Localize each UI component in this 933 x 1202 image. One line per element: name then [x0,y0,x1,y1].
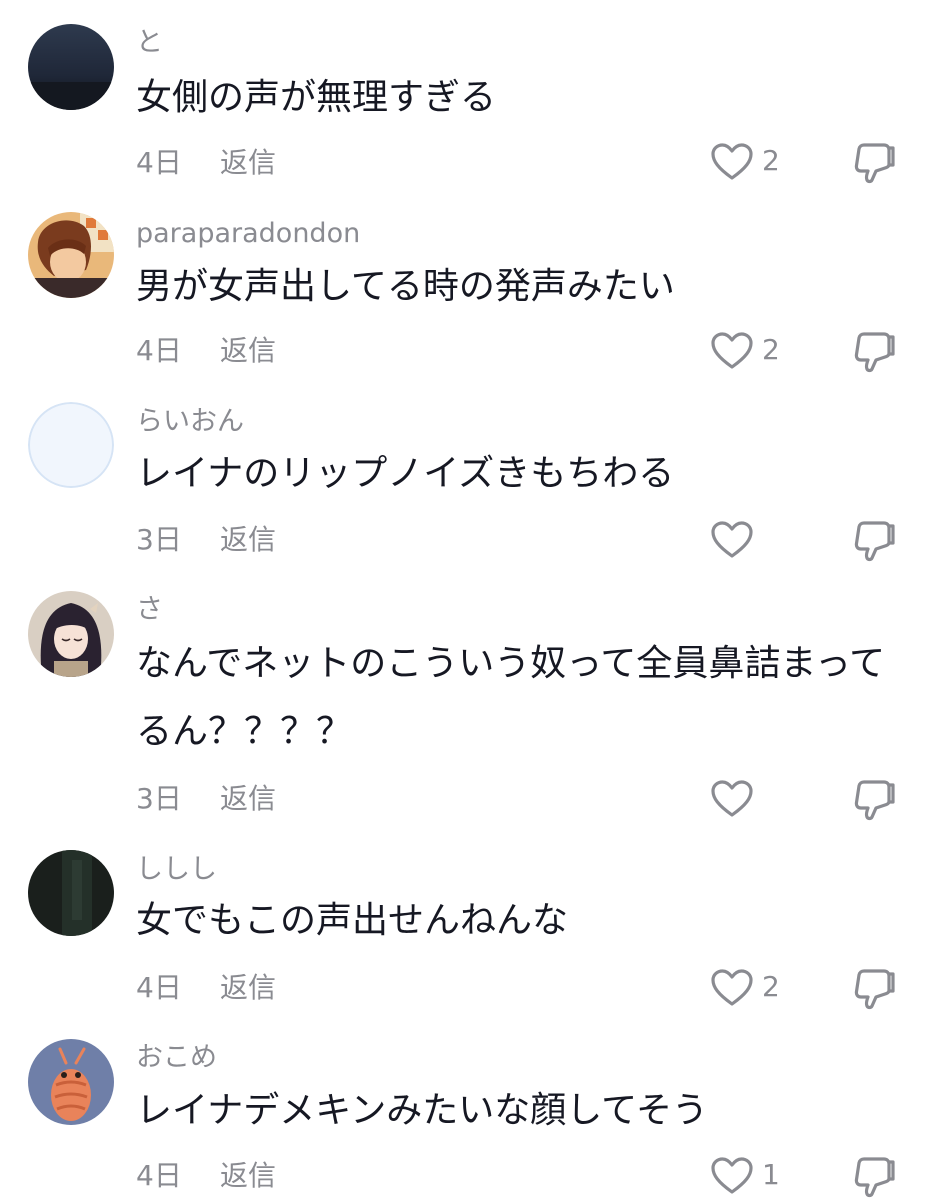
reply-button[interactable]: 返信 [220,523,276,557]
comment-meta: 3日 返信 [136,523,276,557]
like-count: 2 [762,144,780,177]
thumbs-down-icon [854,143,895,184]
dark-landscape-avatar[interactable] [28,24,114,110]
blank-avatar[interactable] [28,402,114,488]
comment-age: 4日 [136,334,182,367]
comment-meta: 4日 返信 [136,971,276,1005]
comment-text: 男が女声出してる時の発声みたい [136,266,675,307]
comment-meta: 4日 返信 [136,1159,276,1193]
anime-character-avatar[interactable] [28,212,114,298]
dislike-button[interactable] [852,140,898,184]
dislike-button[interactable] [852,329,898,373]
heart-icon [711,143,753,180]
heart-icon [711,332,753,369]
thumbs-down-icon [854,780,895,821]
thumbs-down-icon [854,1157,895,1198]
reply-button[interactable]: 返信 [220,782,276,816]
comment-text: レイナデメキンみたいな顔してそう [136,1090,709,1131]
thumbs-down-icon [854,332,895,373]
shrimp-character-avatar[interactable] [28,1039,114,1125]
heart-icon [711,1157,753,1194]
thumbs-down-icon [854,521,895,562]
comment-text: 女でもこの声出せんねんな [136,900,569,941]
comment-username[interactable]: さ [136,593,163,627]
like-count: 2 [762,970,780,1003]
comment-age: 4日 [136,971,182,1004]
heart-icon [711,780,753,817]
heart-icon [711,521,753,558]
comment-username[interactable]: paraparadondon [136,217,360,251]
comment-age: 3日 [136,782,182,815]
comment-text: なんでネットのこういう奴って全員鼻詰まってるん？？？？ [136,643,886,752]
comment-meta: 4日 返信 [136,334,276,368]
comment-username[interactable]: らいおん [136,405,244,439]
comment-username[interactable]: と [136,26,163,60]
anime-girl-avatar[interactable] [28,591,114,677]
comment-age: 4日 [136,1159,182,1192]
dark-photo-avatar[interactable] [28,850,114,936]
like-count: 2 [762,333,780,366]
reply-button[interactable]: 返信 [220,146,276,180]
reply-button[interactable]: 返信 [220,971,276,1005]
like-count: 1 [762,1158,780,1191]
comment-username[interactable]: おこめ [136,1041,217,1075]
comment-username[interactable]: ししし [136,853,217,887]
comment-text: レイナのリップノイズきもちわる [136,453,675,494]
comment-age: 4日 [136,146,182,179]
comment-age: 3日 [136,523,182,556]
comment-text: 女側の声が無理すぎる [136,77,497,118]
dislike-button[interactable] [852,1154,898,1198]
comment-meta: 3日 返信 [136,782,276,816]
comment-meta: 4日 返信 [136,146,276,180]
dislike-button[interactable] [852,966,898,1010]
heart-icon [711,969,753,1006]
reply-button[interactable]: 返信 [220,334,276,368]
dislike-button[interactable] [852,777,898,821]
reply-button[interactable]: 返信 [220,1159,276,1193]
thumbs-down-icon [854,969,895,1010]
dislike-button[interactable] [852,518,898,562]
